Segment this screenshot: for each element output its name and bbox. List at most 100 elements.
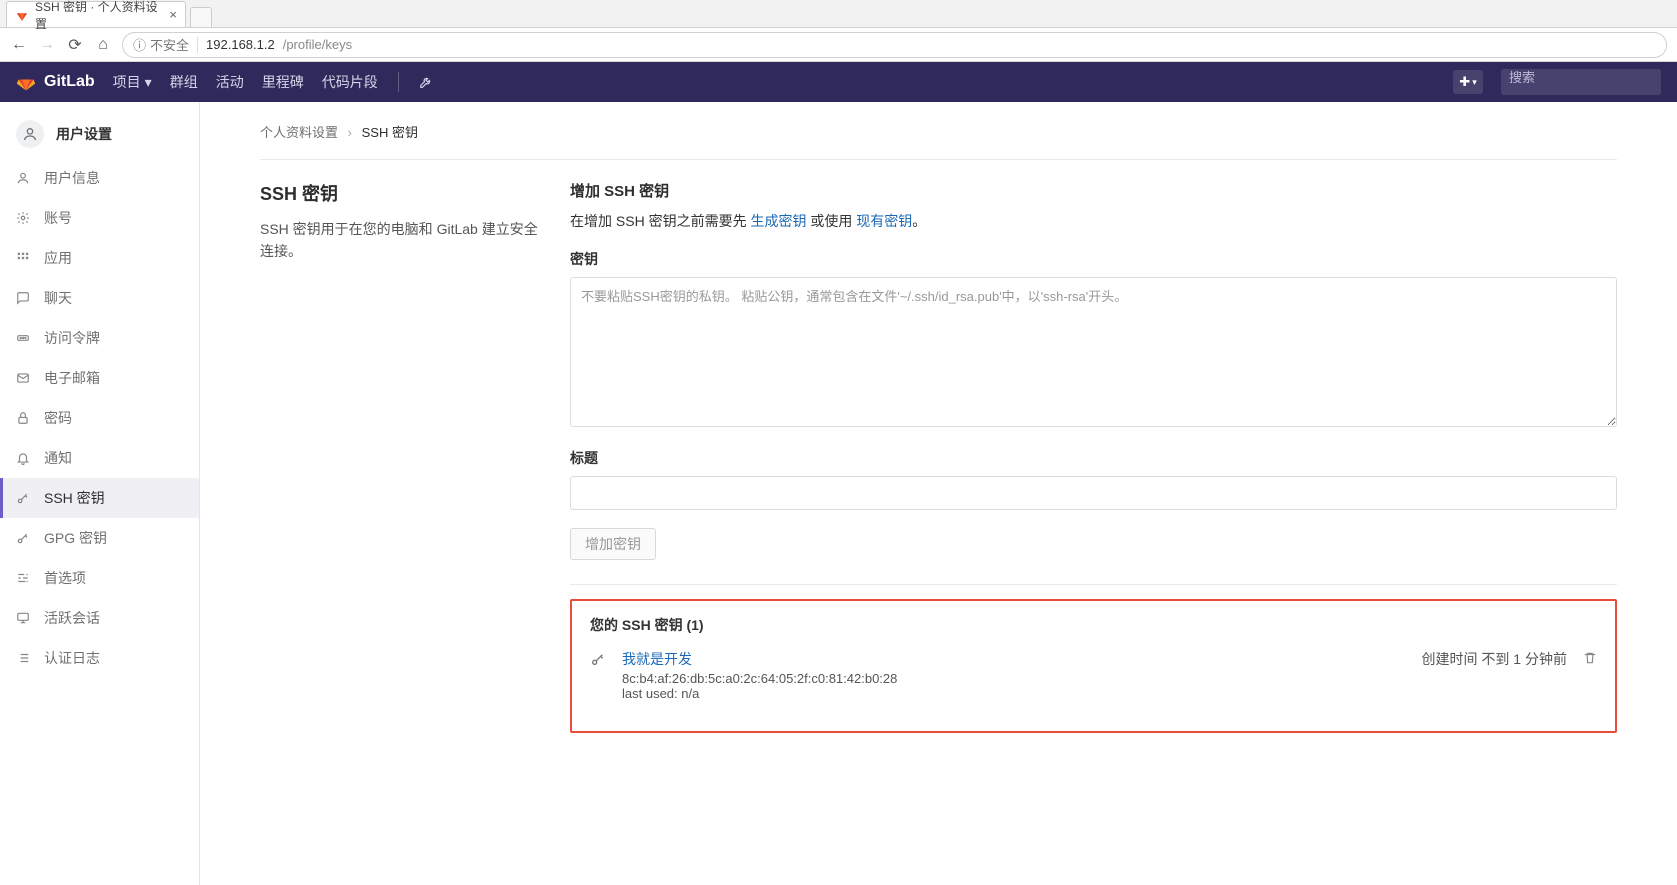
new-dropdown-button[interactable]: ✚▾	[1453, 70, 1483, 94]
sidebar-item-5[interactable]: 电子邮箱	[0, 358, 199, 398]
sidebar-item-7[interactable]: 通知	[0, 438, 199, 478]
gear-icon	[16, 211, 32, 225]
sidebar-item-1[interactable]: 账号	[0, 198, 199, 238]
token-icon	[16, 331, 32, 345]
app-topbar: GitLab 项目 ▾ 群组 活动 里程碑 代码片段 ✚▾	[0, 62, 1677, 102]
brand-label: GitLab	[44, 73, 95, 91]
info-icon: ⓘ	[133, 35, 146, 54]
sidebar-item-label: 账号	[44, 208, 72, 228]
new-tab-button[interactable]	[190, 7, 212, 27]
browser-toolbar: ← → ⟳ ⌂ ⓘ 不安全 192.168.1.2/profile/keys	[0, 28, 1677, 62]
sidebar-item-label: 用户信息	[44, 168, 100, 188]
link-existing-key[interactable]: 现有密钥	[856, 213, 912, 229]
sidebar-title: 用户设置	[56, 124, 112, 144]
title-input[interactable]	[570, 476, 1617, 510]
key-textarea[interactable]	[570, 277, 1617, 427]
nav-activity[interactable]: 活动	[216, 72, 244, 92]
ssh-keys-panel: 您的 SSH 密钥 (1) 我就是开发 8c:b4:af:26:db:5c:a0…	[570, 599, 1617, 733]
sidebar-item-label: 认证日志	[44, 648, 100, 668]
page-title: SSH 密钥	[260, 180, 540, 206]
key-fingerprint: 8c:b4:af:26:db:5c:a0:2c:64:05:2f:c0:81:4…	[622, 671, 897, 686]
page-desc: SSH 密钥用于在您的电脑和 GitLab 建立安全连接。	[260, 218, 540, 263]
mail-icon	[16, 371, 32, 385]
sidebar-item-11[interactable]: 活跃会话	[0, 598, 199, 638]
key-icon	[590, 649, 606, 667]
sidebar-item-10[interactable]: 首选项	[0, 558, 199, 598]
sidebar-item-6[interactable]: 密码	[0, 398, 199, 438]
brand[interactable]: GitLab	[16, 72, 95, 92]
security-label: 不安全	[150, 35, 189, 54]
wrench-icon[interactable]	[419, 75, 433, 89]
key-last-used: last used: n/a	[622, 686, 699, 701]
sliders-icon	[16, 571, 32, 585]
grid-icon	[16, 251, 32, 265]
key-icon	[16, 531, 32, 545]
sidebar-item-label: 密码	[44, 408, 72, 428]
sidebar-item-2[interactable]: 应用	[0, 238, 199, 278]
form-help: 在增加 SSH 密钥之前需要先 生成密钥 或使用 现有密钥。	[570, 211, 1617, 231]
forward-icon: →	[38, 36, 56, 54]
sidebar-item-label: SSH 密钥	[44, 488, 105, 508]
plus-icon: ✚	[1459, 74, 1470, 90]
form-title: 增加 SSH 密钥	[570, 180, 1617, 201]
url-host: 192.168.1.2	[206, 37, 275, 52]
sidebar-item-label: 电子邮箱	[44, 368, 100, 388]
nav-groups[interactable]: 群组	[170, 72, 198, 92]
sidebar-item-label: 首选项	[44, 568, 86, 588]
tab-close-icon[interactable]: ×	[169, 7, 177, 22]
tab-title: SSH 密钥 · 个人资料设置	[35, 0, 163, 32]
sidebar-item-label: 聊天	[44, 288, 72, 308]
ssh-key-row: 我就是开发 8c:b4:af:26:db:5c:a0:2c:64:05:2f:c…	[590, 649, 1597, 701]
sidebar-item-8[interactable]: SSH 密钥	[0, 478, 199, 518]
add-key-button[interactable]: 增加密钥	[570, 528, 656, 560]
url-path: /profile/keys	[283, 37, 352, 52]
address-bar[interactable]: ⓘ 不安全 192.168.1.2/profile/keys	[122, 32, 1667, 58]
breadcrumb-root[interactable]: 个人资料设置	[260, 125, 338, 140]
lock-icon	[16, 411, 32, 425]
key-label: 密钥	[570, 249, 1617, 269]
sidebar-item-4[interactable]: 访问令牌	[0, 318, 199, 358]
sidebar-item-9[interactable]: GPG 密钥	[0, 518, 199, 558]
breadcrumb-current: SSH 密钥	[362, 125, 418, 140]
chat-icon	[16, 291, 32, 305]
main-content: 个人资料设置 › SSH 密钥 SSH 密钥 SSH 密钥用于在您的电脑和 Gi…	[200, 102, 1677, 885]
nav-milestones[interactable]: 里程碑	[262, 72, 304, 92]
search-input[interactable]	[1509, 70, 1653, 85]
nav-snippets[interactable]: 代码片段	[322, 72, 378, 92]
global-search[interactable]	[1501, 69, 1661, 95]
sidebar-item-label: 访问令牌	[44, 328, 100, 348]
sidebar-item-label: 应用	[44, 248, 72, 268]
sidebar-item-0[interactable]: 用户信息	[0, 158, 199, 198]
list-icon	[16, 651, 32, 665]
section-intro: SSH 密钥 SSH 密钥用于在您的电脑和 GitLab 建立安全连接。	[260, 180, 540, 733]
browser-tab[interactable]: SSH 密钥 · 个人资料设置 ×	[6, 1, 186, 27]
key-icon	[16, 491, 32, 505]
browser-tabbar: SSH 密钥 · 个人资料设置 ×	[0, 0, 1677, 28]
sidebar-item-12[interactable]: 认证日志	[0, 638, 199, 678]
security-indicator[interactable]: ⓘ 不安全	[133, 35, 189, 54]
avatar-icon	[16, 120, 44, 148]
chevron-down-icon: ▾	[1472, 77, 1477, 88]
sidebar-header: 用户设置	[0, 110, 199, 158]
home-icon[interactable]: ⌂	[94, 36, 112, 54]
link-generate-key[interactable]: 生成密钥	[750, 213, 806, 229]
breadcrumb: 个人资料设置 › SSH 密钥	[260, 122, 1617, 160]
back-icon[interactable]: ←	[10, 36, 28, 54]
title-label: 标题	[570, 448, 1617, 468]
delete-key-button[interactable]	[1583, 649, 1597, 665]
sidebar-item-label: GPG 密钥	[44, 528, 107, 548]
chevron-down-icon: ▾	[145, 74, 152, 91]
sidebar-item-label: 通知	[44, 448, 72, 468]
monitor-icon	[16, 611, 32, 625]
tab-favicon-icon	[15, 8, 29, 22]
user-icon	[16, 171, 32, 185]
sidebar-item-3[interactable]: 聊天	[0, 278, 199, 318]
sidebar-item-label: 活跃会话	[44, 608, 100, 628]
gitlab-logo-icon	[16, 72, 36, 92]
sidebar: 用户设置 用户信息账号应用聊天访问令牌电子邮箱密码通知 SSH 密钥 GPG 密钥首…	[0, 102, 200, 885]
nav-projects[interactable]: 项目 ▾	[113, 72, 152, 92]
reload-icon[interactable]: ⟳	[66, 35, 84, 55]
bell-icon	[16, 451, 32, 465]
key-name-link[interactable]: 我就是开发	[622, 649, 692, 669]
key-created: 创建时间 不到 1 分钟前	[1422, 649, 1567, 669]
